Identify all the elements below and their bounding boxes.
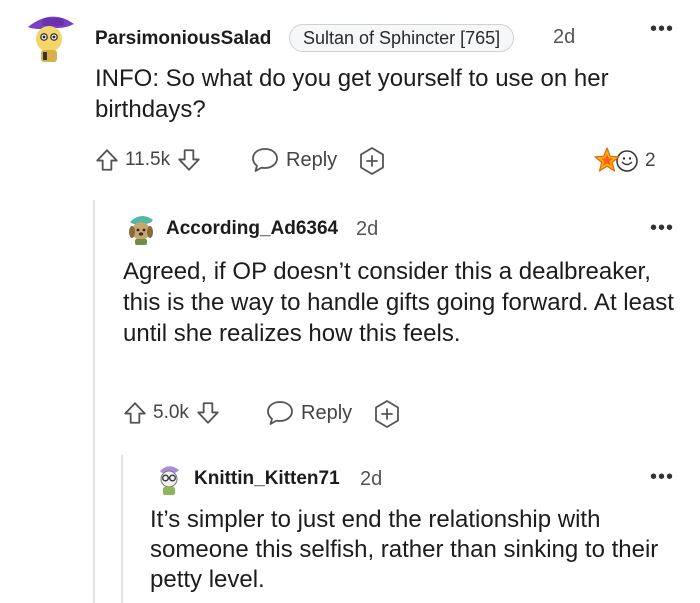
more-options-icon[interactable]: ••• bbox=[650, 467, 674, 487]
comment-author[interactable]: According_Ad6364 bbox=[166, 218, 338, 240]
awards-summary[interactable]: 2 bbox=[591, 146, 656, 176]
vote-controls: 11.5k bbox=[94, 146, 202, 174]
vote-count: 11.5k bbox=[125, 149, 171, 170]
reply-button[interactable]: Reply bbox=[250, 146, 337, 174]
avatar[interactable] bbox=[152, 462, 186, 501]
more-options-icon[interactable]: ••• bbox=[650, 218, 674, 238]
downvote-arrow-icon[interactable] bbox=[195, 400, 221, 426]
avatar[interactable] bbox=[124, 212, 158, 251]
comment-author[interactable]: Knittin_Kitten71 bbox=[194, 468, 340, 490]
comment-thread: ParsimoniousSalad Sultan of Sphincter [7… bbox=[0, 0, 700, 603]
reply-button[interactable]: Reply bbox=[265, 399, 352, 427]
comment-body: It’s simpler to just end the relationshi… bbox=[150, 506, 659, 593]
downvote-arrow-icon[interactable] bbox=[176, 147, 202, 173]
user-flair: Sultan of Sphincter [765] bbox=[289, 24, 515, 52]
timestamp: 2d bbox=[356, 218, 379, 240]
comment-author[interactable]: ParsimoniousSalad bbox=[95, 28, 271, 50]
vote-count: 5.0k bbox=[153, 402, 189, 423]
timestamp: 2d bbox=[553, 26, 576, 48]
vote-controls: 5.0k bbox=[122, 399, 221, 427]
thread-line[interactable] bbox=[93, 200, 95, 603]
upvote-arrow-icon[interactable] bbox=[94, 147, 120, 173]
comment-body: INFO: So what do you get yourself to use… bbox=[95, 65, 609, 123]
reply-label: Reply bbox=[286, 148, 338, 171]
awards-count: 2 bbox=[645, 150, 656, 171]
comment-body: Agreed, if OP doesn’t consider this a de… bbox=[123, 258, 674, 347]
upvote-arrow-icon[interactable] bbox=[122, 400, 148, 426]
timestamp: 2d bbox=[360, 468, 383, 490]
award-plus-icon[interactable] bbox=[357, 146, 387, 176]
award-stars-icon bbox=[591, 145, 641, 177]
speech-bubble-icon bbox=[250, 146, 280, 174]
more-options-icon[interactable]: ••• bbox=[650, 19, 674, 39]
avatar[interactable] bbox=[22, 10, 78, 71]
thread-line[interactable] bbox=[121, 455, 123, 603]
award-plus-icon[interactable] bbox=[372, 399, 402, 429]
reply-label: Reply bbox=[301, 401, 353, 424]
speech-bubble-icon bbox=[265, 399, 295, 427]
